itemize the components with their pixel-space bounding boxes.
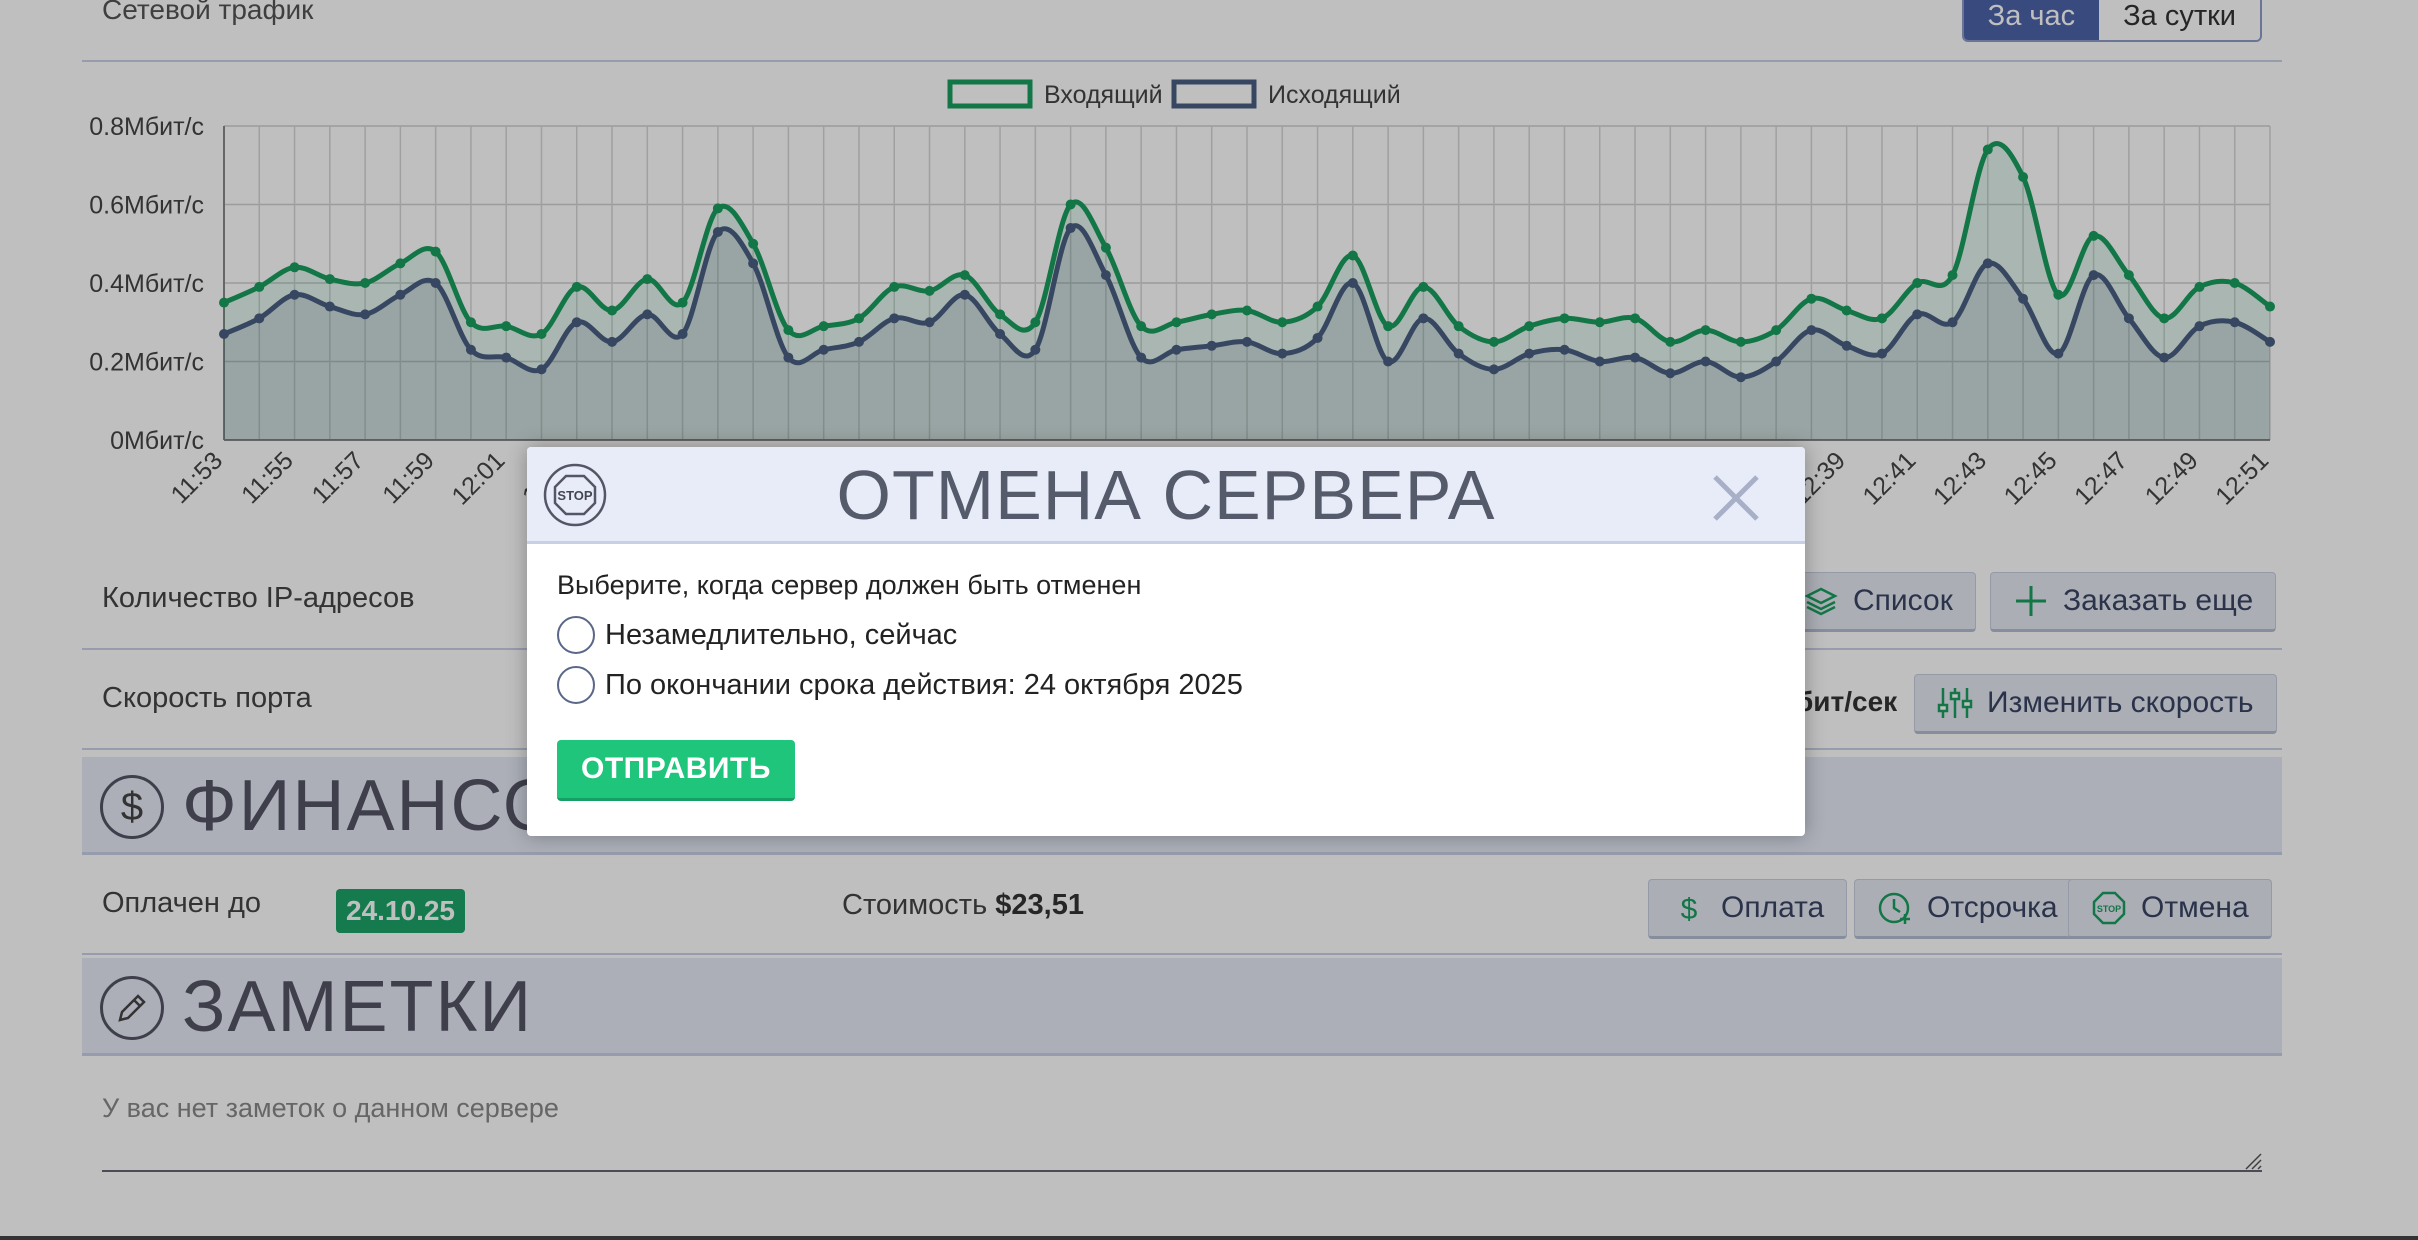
close-icon[interactable]	[1711, 473, 1761, 523]
radio-end-of-term-label: По окончании срока действия: 24 октября …	[605, 668, 1243, 701]
cancel-server-modal: STOP ОТМЕНА СЕРВЕРА Выберите, когда серв…	[527, 447, 1805, 836]
submit-button[interactable]: ОТПРАВИТЬ	[557, 740, 795, 801]
modal-prompt: Выберите, когда сервер должен быть отмен…	[557, 570, 1142, 600]
radio-option-now[interactable]: Незамедлительно, сейчас	[557, 616, 957, 654]
radio-now[interactable]	[557, 616, 595, 654]
radio-now-label: Незамедлительно, сейчас	[605, 618, 958, 651]
modal-header: STOP ОТМЕНА СЕРВЕРА	[527, 447, 1805, 544]
radio-end-of-term[interactable]	[557, 666, 595, 704]
radio-option-end-of-term[interactable]: По окончании срока действия: 24 октября …	[557, 666, 1243, 704]
modal-title: ОТМЕНА СЕРВЕРА	[836, 456, 1496, 534]
bottom-strip	[0, 1236, 2418, 1240]
